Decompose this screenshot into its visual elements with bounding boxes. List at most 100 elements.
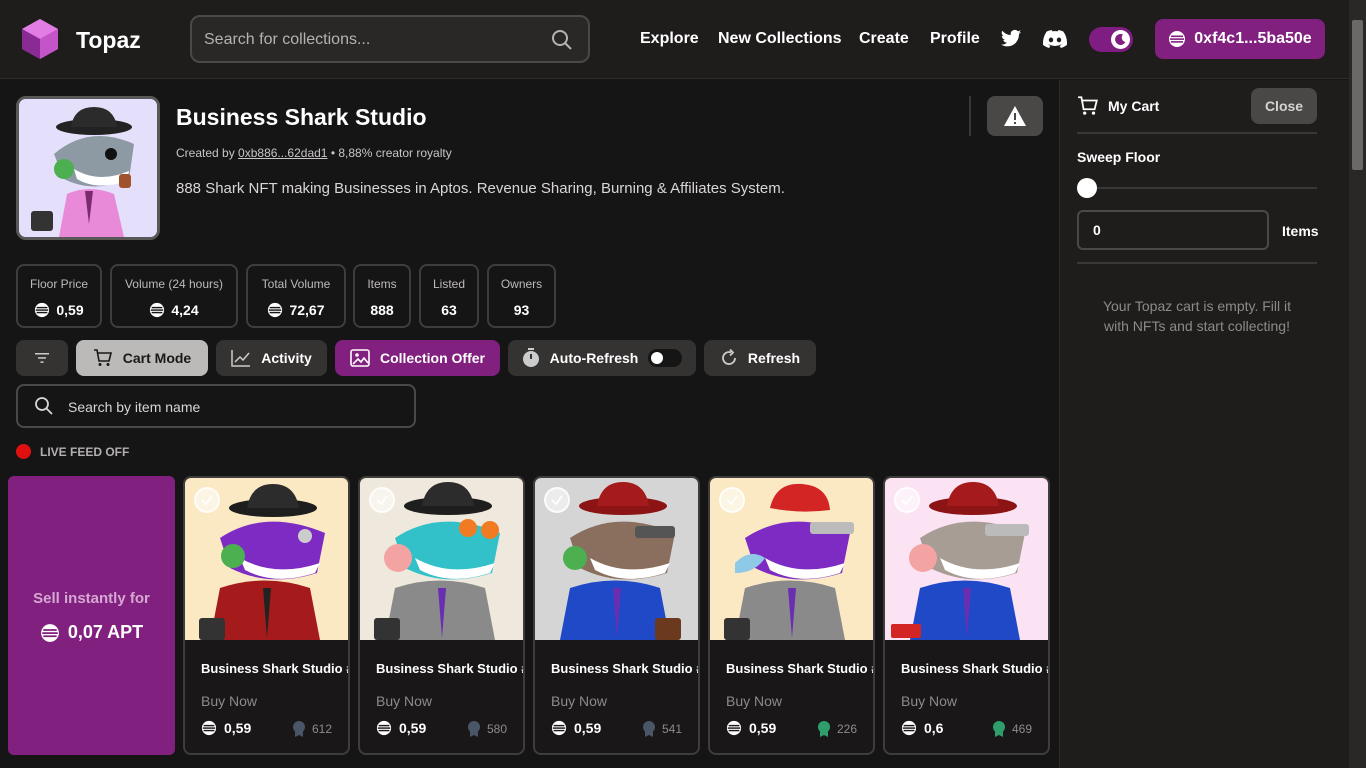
aptos-icon bbox=[376, 720, 392, 736]
nft-price: 0,59 bbox=[574, 720, 602, 736]
cart-icon bbox=[93, 349, 112, 366]
collection-search-input[interactable] bbox=[204, 28, 534, 52]
cart-mode-button[interactable]: Cart Mode bbox=[76, 340, 208, 376]
twitter-icon[interactable] bbox=[1000, 29, 1022, 49]
auto-refresh-button[interactable]: Auto-Refresh bbox=[508, 340, 696, 376]
nft-price: 0,59 bbox=[399, 720, 427, 736]
wallet-button[interactable]: 0xf4c1...5ba50e bbox=[1155, 19, 1325, 59]
select-checkbox[interactable] bbox=[369, 487, 395, 513]
nft-card[interactable]: Business Shark Studio # Buy Now 0,59 226 bbox=[708, 476, 875, 755]
collection-creator-line: Created by 0xb886...62dad1 • 8,88% creat… bbox=[176, 146, 452, 160]
warning-icon bbox=[1004, 106, 1026, 126]
nft-price: 0,59 bbox=[224, 720, 252, 736]
nav-new-collections[interactable]: New Collections bbox=[718, 30, 842, 48]
nft-name[interactable]: Business Shark Studio # bbox=[376, 661, 523, 676]
collection-avatar bbox=[16, 96, 160, 240]
topaz-logo-icon[interactable] bbox=[20, 18, 60, 60]
collection-title: Business Shark Studio bbox=[176, 104, 427, 130]
nav-profile[interactable]: Profile bbox=[930, 30, 980, 48]
filter-icon bbox=[35, 353, 49, 363]
page-scrollbar[interactable] bbox=[1349, 0, 1366, 768]
nft-name[interactable]: Business Shark Studio # bbox=[201, 661, 348, 676]
buy-now-link[interactable]: Buy Now bbox=[551, 693, 607, 709]
sweep-quantity-field[interactable] bbox=[1077, 210, 1269, 250]
moon-icon bbox=[1111, 30, 1130, 49]
discord-icon[interactable] bbox=[1043, 29, 1067, 49]
nft-rank: 580 bbox=[486, 722, 507, 736]
nft-card[interactable]: Business Shark Studio # Buy Now 0,6 469 bbox=[883, 476, 1050, 755]
stat-floor-price: Floor Price 0,59 bbox=[16, 264, 102, 328]
nft-rank: 541 bbox=[661, 722, 682, 736]
search-icon[interactable] bbox=[550, 28, 574, 52]
buy-now-link[interactable]: Buy Now bbox=[201, 693, 257, 709]
sweep-floor-label: Sweep Floor bbox=[1077, 149, 1161, 165]
live-status-dot bbox=[16, 444, 31, 459]
nft-card[interactable]: Business Shark Studio # Buy Now 0,59 580 bbox=[358, 476, 525, 755]
report-button[interactable] bbox=[987, 96, 1043, 136]
aptos-icon bbox=[35, 302, 50, 318]
divider bbox=[1077, 132, 1317, 134]
buy-now-link[interactable]: Buy Now bbox=[726, 693, 782, 709]
buy-now-link[interactable]: Buy Now bbox=[901, 693, 957, 709]
cart-panel: My Cart Close Sweep Floor Items Your Top… bbox=[1059, 80, 1349, 768]
wallet-address: 0xf4c1...5ba50e bbox=[1194, 30, 1312, 47]
nft-price: 0,59 bbox=[749, 720, 777, 736]
stat-items: Items 888 bbox=[353, 264, 411, 328]
scrollbar-thumb[interactable] bbox=[1352, 20, 1363, 170]
nav-create[interactable]: Create bbox=[859, 30, 909, 48]
aptos-icon bbox=[150, 302, 165, 318]
sweep-quantity-input[interactable] bbox=[1093, 222, 1243, 238]
nft-rank: 612 bbox=[311, 722, 332, 736]
empty-cart-message: Your Topaz cart is empty. Fill it with N… bbox=[1102, 298, 1292, 334]
timer-icon bbox=[522, 348, 539, 367]
sweep-floor-slider[interactable] bbox=[1077, 187, 1317, 189]
select-checkbox[interactable] bbox=[719, 487, 745, 513]
select-checkbox[interactable] bbox=[194, 487, 220, 513]
buy-now-link[interactable]: Buy Now bbox=[376, 693, 432, 709]
image-icon bbox=[350, 349, 370, 367]
stat-owners: Owners 93 bbox=[487, 264, 556, 328]
collection-description: 888 Shark NFT making Businesses in Aptos… bbox=[176, 180, 785, 197]
item-search[interactable] bbox=[16, 384, 416, 428]
rank-medal-icon bbox=[642, 721, 655, 737]
collection-offer-button[interactable]: Collection Offer bbox=[335, 340, 500, 376]
filter-button[interactable] bbox=[16, 340, 68, 376]
select-checkbox[interactable] bbox=[544, 487, 570, 513]
aptos-icon bbox=[551, 720, 567, 736]
nft-name[interactable]: Business Shark Studio # bbox=[551, 661, 698, 676]
rank-medal-icon bbox=[817, 721, 830, 737]
nft-card[interactable]: Business Shark Studio # Buy Now 0,59 612 bbox=[183, 476, 350, 755]
item-search-input[interactable] bbox=[68, 398, 398, 416]
aptos-icon bbox=[268, 302, 283, 318]
search-icon bbox=[35, 397, 53, 415]
stat-total-volume: Total Volume 72,67 bbox=[246, 264, 346, 328]
aptos-icon bbox=[726, 720, 742, 736]
live-feed-status[interactable]: LIVE FEED OFF bbox=[16, 444, 129, 459]
select-checkbox[interactable] bbox=[894, 487, 920, 513]
collection-search[interactable] bbox=[190, 15, 590, 63]
creator-address-link[interactable]: 0xb886...62dad1 bbox=[238, 146, 327, 160]
items-label: Items bbox=[1282, 223, 1319, 239]
aptos-icon bbox=[1169, 31, 1186, 47]
activity-chart-icon bbox=[231, 350, 251, 367]
auto-refresh-toggle[interactable] bbox=[648, 349, 683, 367]
cart-icon bbox=[1078, 96, 1098, 115]
close-cart-button[interactable]: Close bbox=[1251, 88, 1317, 124]
nft-name[interactable]: Business Shark Studio # bbox=[726, 661, 873, 676]
aptos-icon bbox=[40, 623, 59, 642]
nft-name[interactable]: Business Shark Studio # bbox=[901, 661, 1048, 676]
refresh-button[interactable]: Refresh bbox=[704, 340, 816, 376]
stat-listed: Listed 63 bbox=[419, 264, 479, 328]
nav-explore[interactable]: Explore bbox=[640, 30, 699, 48]
nft-card[interactable]: Business Shark Studio # Buy Now 0,59 541 bbox=[533, 476, 700, 755]
nft-price: 0,6 bbox=[924, 720, 944, 736]
sell-instantly-card[interactable]: Sell instantly for 0,07 APT bbox=[8, 476, 175, 755]
top-bar: Topaz Explore New Collections Create Pro… bbox=[0, 0, 1349, 79]
header-divider bbox=[969, 96, 971, 136]
sweep-floor-slider-handle[interactable] bbox=[1077, 178, 1097, 198]
activity-button[interactable]: Activity bbox=[216, 340, 327, 376]
refresh-icon bbox=[722, 349, 736, 365]
dark-mode-toggle[interactable] bbox=[1089, 27, 1133, 52]
aptos-icon bbox=[201, 720, 217, 736]
brand-name[interactable]: Topaz bbox=[76, 27, 141, 54]
